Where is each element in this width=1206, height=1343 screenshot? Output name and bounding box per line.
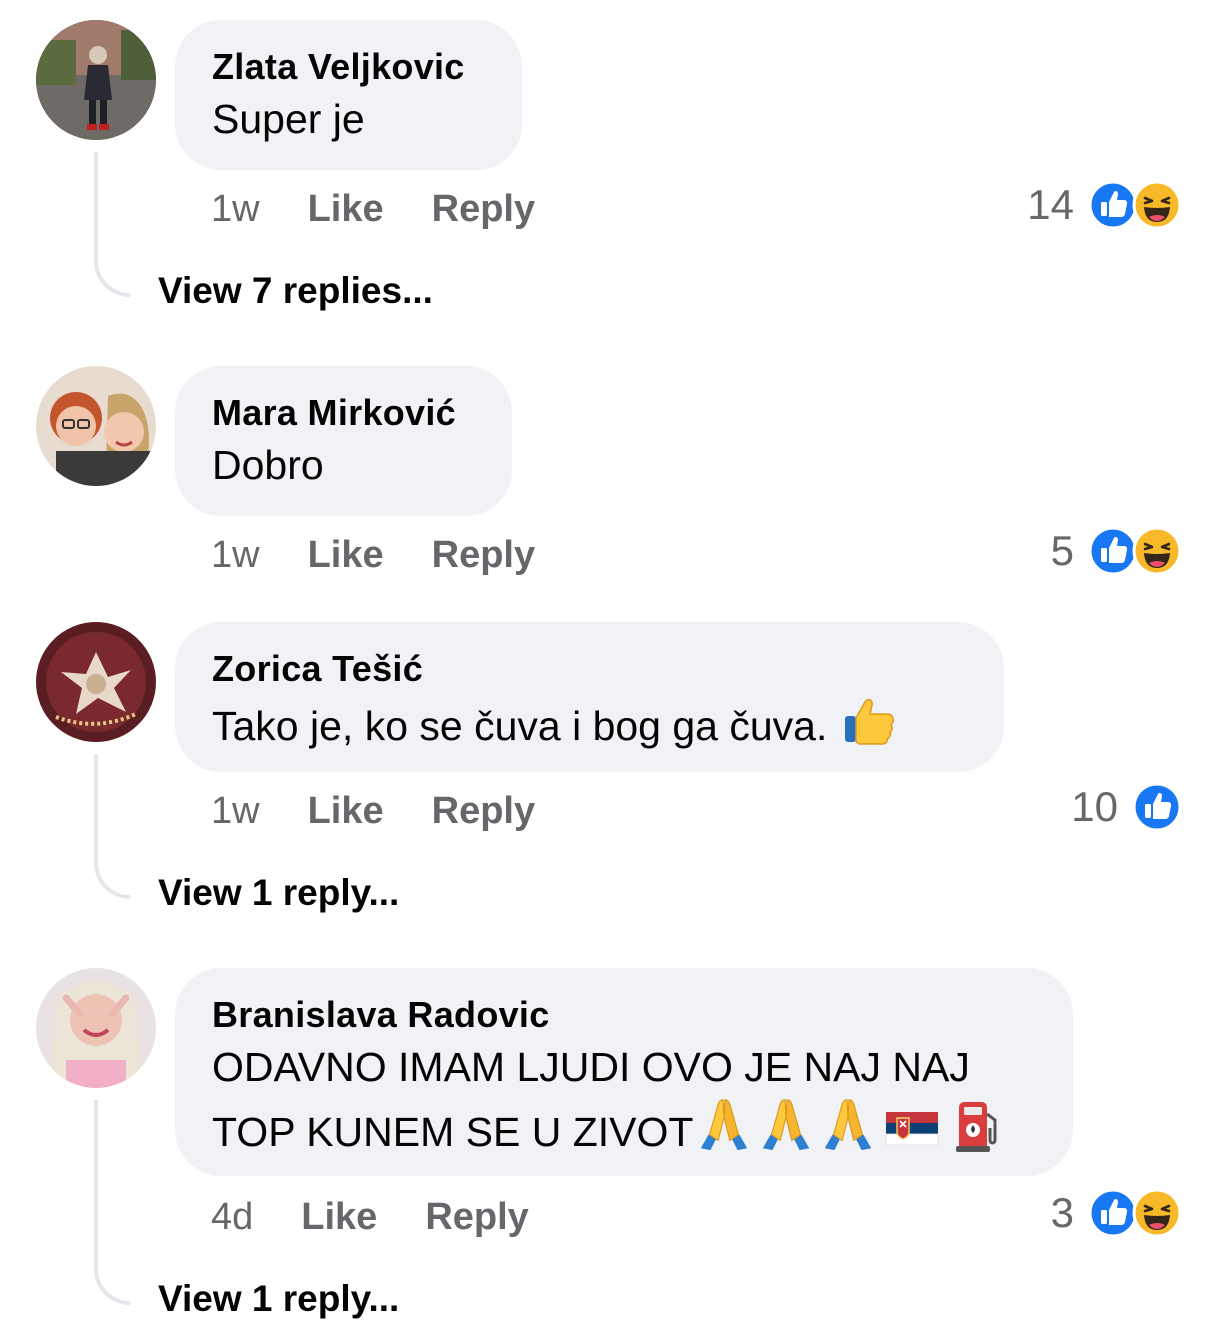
avatar[interactable] xyxy=(36,622,156,742)
thread-connector xyxy=(94,152,130,297)
folded-hands-emoji xyxy=(757,1096,815,1154)
like-button[interactable]: Like xyxy=(301,1196,377,1238)
comment-text: Tako je, ko se čuva i bog ga čuva. xyxy=(212,692,966,755)
comment-text-line: TOP KUNEM SE U ZIVOT xyxy=(212,1096,1035,1161)
reaction-summary[interactable]: 5 xyxy=(1051,526,1182,576)
view-replies-link[interactable]: View 1 reply... xyxy=(158,870,399,916)
haha-icon xyxy=(1132,1188,1182,1238)
haha-icon xyxy=(1132,180,1182,230)
comment-author[interactable]: Branislava Radovic xyxy=(212,992,1035,1038)
comment-text-line: ODAVNO IMAM LJUDI OVO JE NAJ NAJ xyxy=(212,1044,970,1090)
folded-hands-emoji xyxy=(819,1096,877,1154)
comment-timestamp[interactable]: 1w xyxy=(211,534,260,576)
comment-actions: 1w Like Reply xyxy=(211,532,535,578)
avatar[interactable] xyxy=(36,20,156,140)
view-replies-link[interactable]: View 7 replies... xyxy=(158,268,433,314)
comment-bubble[interactable]: Branislava Radovic ODAVNO IMAM LJUDI OVO… xyxy=(175,968,1073,1176)
view-replies-link[interactable]: View 1 reply... xyxy=(158,1276,399,1322)
avatar[interactable] xyxy=(36,366,156,486)
reaction-count: 3 xyxy=(1050,1189,1074,1236)
thumbs-up-emoji xyxy=(841,692,897,748)
comment-timestamp[interactable]: 4d xyxy=(211,1196,253,1238)
comment-author[interactable]: Zlata Veljkovic xyxy=(212,44,484,90)
reaction-summary[interactable]: 14 xyxy=(1027,180,1182,230)
like-icon xyxy=(1088,180,1138,230)
haha-icon xyxy=(1132,526,1182,576)
reaction-summary[interactable]: 10 xyxy=(1071,782,1182,832)
comment-bubble[interactable]: Mara Mirković Dobro xyxy=(175,366,512,516)
reply-button[interactable]: Reply xyxy=(432,534,535,576)
fuel-pump-emoji xyxy=(953,1098,1003,1154)
reaction-count: 5 xyxy=(1050,527,1074,574)
reaction-count: 10 xyxy=(1071,783,1118,830)
comment-text-content: Tako je, ko se čuva i bog ga čuva. xyxy=(212,703,828,749)
folded-hands-emoji xyxy=(695,1096,753,1154)
comment-bubble[interactable]: Zlata Veljkovic Super je xyxy=(175,20,522,170)
comment-text: Super je xyxy=(212,96,365,142)
comment-actions: 4d Like Reply xyxy=(211,1194,529,1240)
comment-author[interactable]: Mara Mirković xyxy=(212,390,474,436)
comment-bubble[interactable]: Zorica Tešić Tako je, ko se čuva i bog g… xyxy=(175,622,1004,772)
thread-connector xyxy=(94,754,130,899)
reply-button[interactable]: Reply xyxy=(425,1196,528,1238)
comment-actions: 1w Like Reply xyxy=(211,186,535,232)
serbia-flag-emoji xyxy=(885,1108,939,1148)
comment-text: Dobro xyxy=(212,442,324,488)
avatar[interactable] xyxy=(36,968,156,1088)
reaction-count: 14 xyxy=(1027,181,1074,228)
reply-button[interactable]: Reply xyxy=(432,188,535,230)
like-button[interactable]: Like xyxy=(308,790,384,832)
comment-timestamp[interactable]: 1w xyxy=(211,790,260,832)
thread-connector xyxy=(94,1100,130,1305)
comment-text-content: TOP KUNEM SE U ZIVOT xyxy=(212,1109,694,1155)
like-button[interactable]: Like xyxy=(308,188,384,230)
comment-actions: 1w Like Reply xyxy=(211,788,535,834)
comment-author[interactable]: Zorica Tešić xyxy=(212,646,966,692)
reaction-summary[interactable]: 3 xyxy=(1051,1188,1182,1238)
like-button[interactable]: Like xyxy=(308,534,384,576)
reply-button[interactable]: Reply xyxy=(432,790,535,832)
like-icon xyxy=(1132,782,1182,832)
like-icon xyxy=(1088,1188,1138,1238)
comment-timestamp[interactable]: 1w xyxy=(211,188,260,230)
like-icon xyxy=(1088,526,1138,576)
